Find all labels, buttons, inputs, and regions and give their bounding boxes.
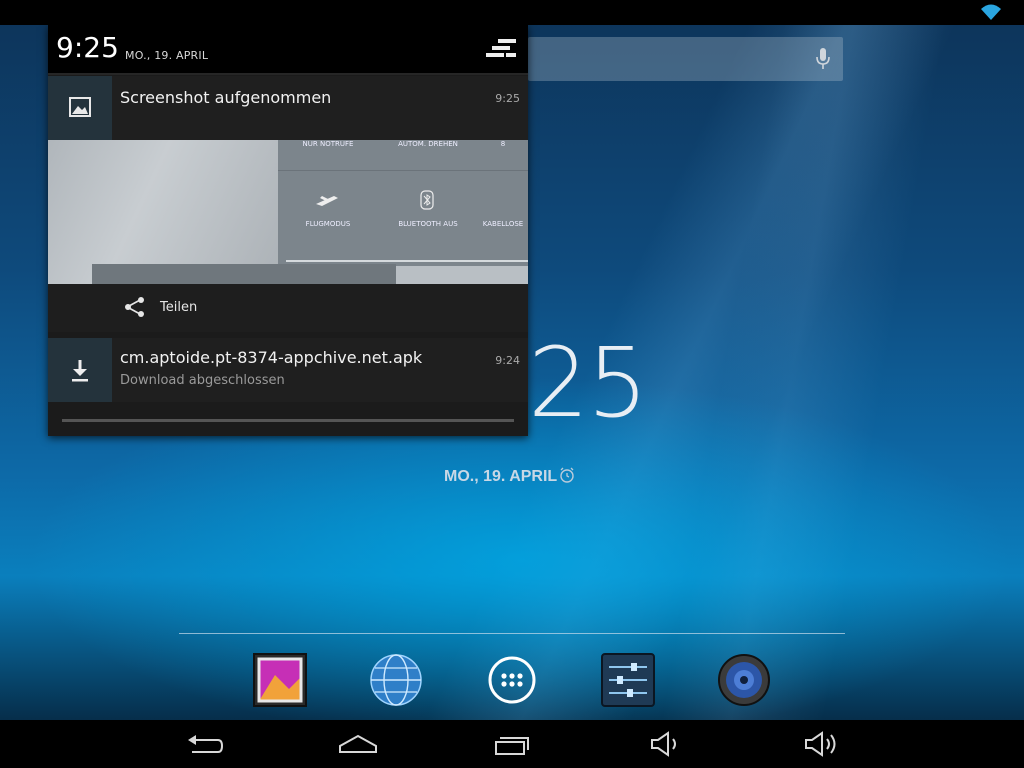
back-icon[interactable] [184,730,224,758]
preview-label: NUR NOTRUFE [302,140,354,148]
preview-label: KABELLOSE [482,220,524,228]
preview-label: BLUETOOTH AUS [398,220,458,228]
wifi-icon [981,4,1001,20]
preview-divider [278,170,528,171]
share-action-label[interactable]: Teilen [160,300,197,315]
notification-title: cm.aptoide.pt-8374-appchive.net.apk [120,348,423,367]
quick-settings-icon[interactable] [486,37,518,61]
download-icon [72,360,88,382]
home-icon[interactable] [338,730,378,758]
notification-subtitle: Download abgeschlossen [120,373,285,388]
status-bar[interactable] [0,0,1024,25]
screenshot-preview[interactable]: NUR NOTRUFE AUTOM. DREHEN 8 FLUGMODUS BL… [48,140,528,284]
preview-divider [286,260,528,262]
preview-label: 8 [500,140,506,148]
recent-apps-icon[interactable] [492,730,532,758]
clock-widget-time[interactable]: 25 [528,335,648,431]
preview-label: FLUGMODUS [305,220,351,228]
airplane-icon [316,196,338,206]
alarm-icon [560,467,574,483]
search-bar[interactable] [528,37,843,81]
preview-background [48,140,288,284]
notification-screenshot[interactable]: Screenshot aufgenommen 9:25 [48,76,528,140]
notification-icon-box [48,76,112,140]
shade-divider [48,73,528,75]
shade-time: 9:25 [56,31,119,64]
notification-title: Screenshot aufgenommen [120,88,332,107]
preview-quick-settings-panel: NUR NOTRUFE AUTOM. DREHEN 8 FLUGMODUS BL… [278,140,528,266]
shade-header: 9:25 MO., 19. APRIL [48,25,528,73]
browser-icon[interactable] [369,653,423,707]
notification-action-bar[interactable]: Teilen [48,284,528,332]
shade-handle[interactable] [62,419,514,422]
bluetooth-icon [420,190,434,210]
volume-down-icon[interactable] [646,730,686,758]
notification-time: 9:25 [495,92,520,105]
volume-up-icon[interactable] [800,730,840,758]
all-apps-icon[interactable] [485,653,539,707]
notification-icon-box [48,338,112,402]
clock-widget-date: MO., 19. APRIL [444,468,558,485]
notification-shade[interactable]: 9:25 MO., 19. APRIL Screenshot aufgenomm… [48,25,528,436]
preview-label: AUTOM. DREHEN [398,140,458,148]
notification-download[interactable]: cm.aptoide.pt-8374-appchive.net.apk 9:24… [48,338,528,402]
gallery-icon[interactable] [253,653,307,707]
image-icon [69,97,91,117]
music-icon[interactable] [717,653,771,707]
mic-icon[interactable] [815,47,831,71]
hotseat-divider [179,633,845,634]
navigation-bar [0,720,1024,768]
notification-time: 9:24 [495,354,520,367]
share-icon[interactable] [124,296,146,318]
preview-toggle-row [92,264,396,284]
shade-date: MO., 19. APRIL [125,49,209,62]
settings-icon[interactable] [601,653,655,707]
